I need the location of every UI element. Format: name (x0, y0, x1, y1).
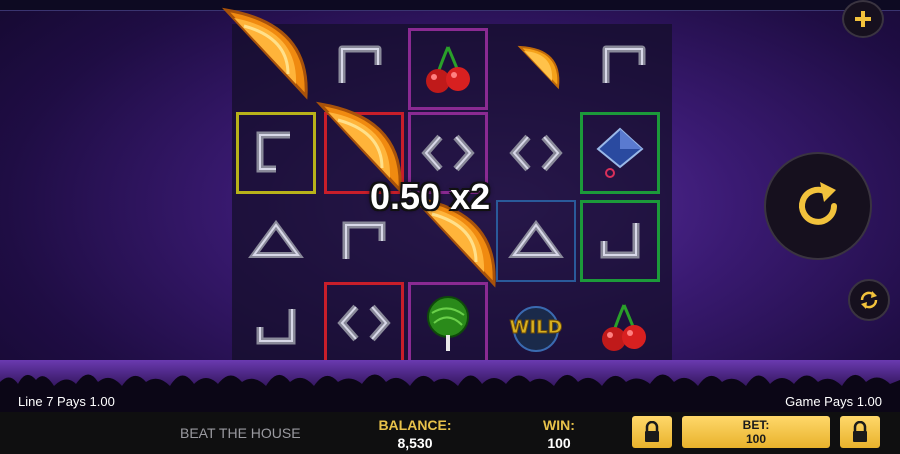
cherry-icon (602, 304, 646, 351)
diamond-icon (596, 127, 644, 178)
reel-cell (584, 286, 664, 368)
crowd-silhouette (0, 360, 900, 412)
wild-icon: WILD (509, 306, 563, 352)
balance-display: BALANCE: 8,530 (370, 416, 460, 452)
spin-button[interactable] (764, 152, 872, 260)
spin-arrow-icon (799, 182, 837, 225)
bet-value: 100 (745, 432, 767, 446)
reel-cell (580, 200, 660, 282)
reel-cell (496, 112, 576, 194)
lollipop-icon (427, 296, 469, 351)
bracket-icon (338, 45, 382, 83)
bracket-icon (600, 223, 640, 259)
win-value: 100 (547, 435, 571, 451)
reel-cell (496, 24, 576, 106)
reel-cell: WILD (496, 286, 576, 368)
bet-label: BET: (742, 418, 770, 432)
bracket-icon (509, 134, 563, 172)
top-strip (0, 0, 900, 11)
plus-icon (855, 11, 871, 27)
balance-label: BALANCE: (378, 417, 452, 433)
cherry-icon (426, 46, 470, 93)
balance-value: 8,530 (397, 435, 433, 451)
reel-cell (320, 24, 400, 106)
bracket-icon (256, 131, 290, 173)
menu-plus-button[interactable] (842, 0, 884, 38)
bracket-icon (508, 219, 564, 258)
line-pays-text: Line 7 Pays 1.00 (18, 394, 115, 409)
lock-icon (645, 421, 659, 442)
lock-button-right[interactable] (840, 416, 880, 448)
reel-cell (584, 24, 664, 106)
reel-cell (324, 282, 404, 364)
win-label: WIN: (543, 417, 575, 433)
reel-cell (236, 286, 316, 368)
orange-slice-icon (221, 7, 308, 100)
bet-button[interactable]: BET: 100 (682, 416, 830, 448)
lock-icon (853, 421, 867, 442)
bracket-icon (342, 221, 386, 259)
reel-cell (580, 112, 660, 194)
orange-slice-icon (517, 45, 560, 90)
win-display: WIN: 100 (524, 416, 594, 452)
bracket-icon (337, 304, 391, 342)
bracket-icon (421, 134, 475, 172)
reel-cell (236, 112, 316, 194)
bracket-icon (602, 45, 646, 83)
lock-button-left[interactable] (632, 416, 672, 448)
bracket-icon (248, 219, 304, 258)
reel-cell (408, 282, 488, 364)
reel-cell (496, 200, 576, 282)
game-title: BEAT THE HOUSE (180, 425, 301, 441)
game-pays-text: Game Pays 1.00 (785, 394, 882, 409)
reel-cell (408, 28, 488, 110)
reel-cell (236, 200, 316, 282)
autoplay-icon (860, 291, 878, 309)
bracket-icon (256, 309, 296, 345)
autoplay-button[interactable] (848, 279, 890, 321)
line-win-amount: 0.50 x2 (370, 176, 491, 217)
wild-label: WILD (510, 317, 563, 338)
